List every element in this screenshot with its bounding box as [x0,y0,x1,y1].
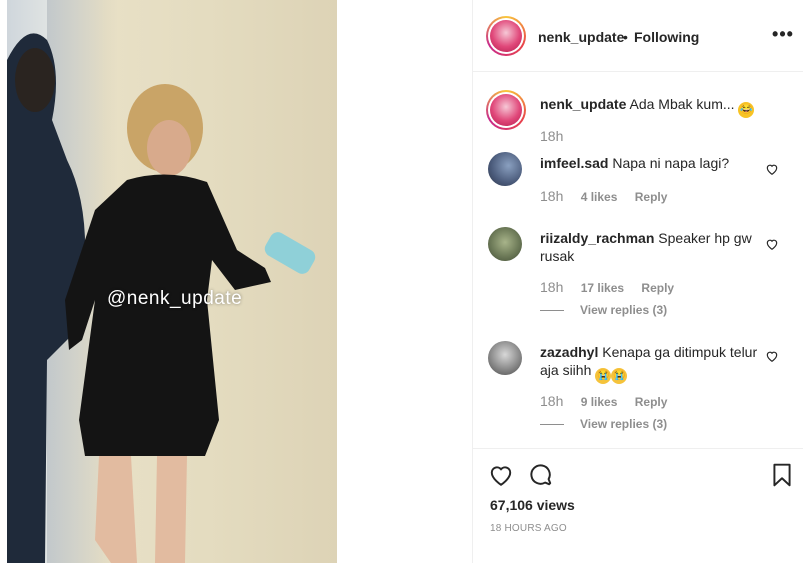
replies-divider [540,310,564,312]
comment-meta: 18h 9 likes Reply [540,393,681,409]
reply-button[interactable]: Reply [635,395,668,409]
reply-button[interactable]: Reply [641,281,674,295]
comment-time[interactable]: 18h [540,279,563,295]
comment-text: zazadhyl Kenapa ga ditimpuk telur aja si… [540,343,765,384]
caption-time[interactable]: 18h [540,128,563,144]
like-comment-heart-icon[interactable] [765,162,779,176]
author-avatar[interactable] [486,16,526,56]
comment-meta: 18h 17 likes Reply [540,279,688,295]
comment-username[interactable]: imfeel.sad [540,155,608,171]
reply-button[interactable]: Reply [635,190,668,204]
comment-bubble-icon[interactable] [528,462,554,488]
following-button[interactable]: Following [634,29,699,45]
like-heart-icon[interactable] [488,462,514,488]
caption-meta: 18h [540,128,577,144]
post-side-panel: nenk_update • Following ••• nenk_update … [472,0,803,563]
crying-emoji-icon: 😭 [611,368,628,384]
comment-likes[interactable]: 9 likes [581,395,618,409]
separator-dot: • [623,29,628,45]
like-comment-heart-icon[interactable] [765,237,779,251]
comment-likes[interactable]: 17 likes [581,281,624,295]
like-comment-heart-icon[interactable] [765,349,779,363]
author-username[interactable]: nenk_update [538,29,624,45]
comment-username[interactable]: zazadhyl [540,344,598,360]
caption-avatar[interactable] [486,90,526,130]
commenter-avatar[interactable] [488,341,522,375]
comment-body: Napa ni napa lagi? [612,155,730,171]
view-replies-button[interactable]: View replies (3) [540,303,667,317]
post-video[interactable]: @nenk_update [7,0,337,563]
comment-username[interactable]: riizaldy_rachman [540,230,654,246]
post-actions: 67,106 views 18 HOURS AGO [473,448,803,563]
save-bookmark-icon[interactable] [769,462,795,488]
comment-likes[interactable]: 4 likes [581,190,618,204]
comment-time[interactable]: 18h [540,188,563,204]
comment-time[interactable]: 18h [540,393,563,409]
commenter-avatar[interactable] [488,227,522,261]
view-replies-label[interactable]: View replies (3) [580,417,667,431]
replies-divider [540,424,564,426]
commenter-avatar[interactable] [488,152,522,186]
video-figures [7,33,316,563]
comment-meta: 18h 4 likes Reply [540,188,681,204]
caption-text: nenk_update Ada Mbak kum... 😂 [540,95,765,118]
comment-text: riizaldy_rachman Speaker hp gw rusak [540,229,765,265]
more-options-icon[interactable]: ••• [772,24,794,44]
view-replies-button[interactable]: View replies (3) [540,417,667,431]
caption-body: Ada Mbak kum... [629,96,735,112]
comment-text: imfeel.sad Napa ni napa lagi? [540,154,765,172]
laughing-emoji-icon: 😂 [738,102,755,118]
post-timestamp[interactable]: 18 HOURS AGO [490,523,567,534]
view-count[interactable]: 67,106 views [490,497,575,513]
post-header: nenk_update • Following ••• [473,0,803,72]
crying-emoji-icon: 😭 [595,368,612,384]
media-area: @nenk_update [0,0,473,563]
view-replies-label[interactable]: View replies (3) [580,303,667,317]
video-watermark: @nenk_update [107,288,243,309]
caption-username[interactable]: nenk_update [540,96,626,112]
